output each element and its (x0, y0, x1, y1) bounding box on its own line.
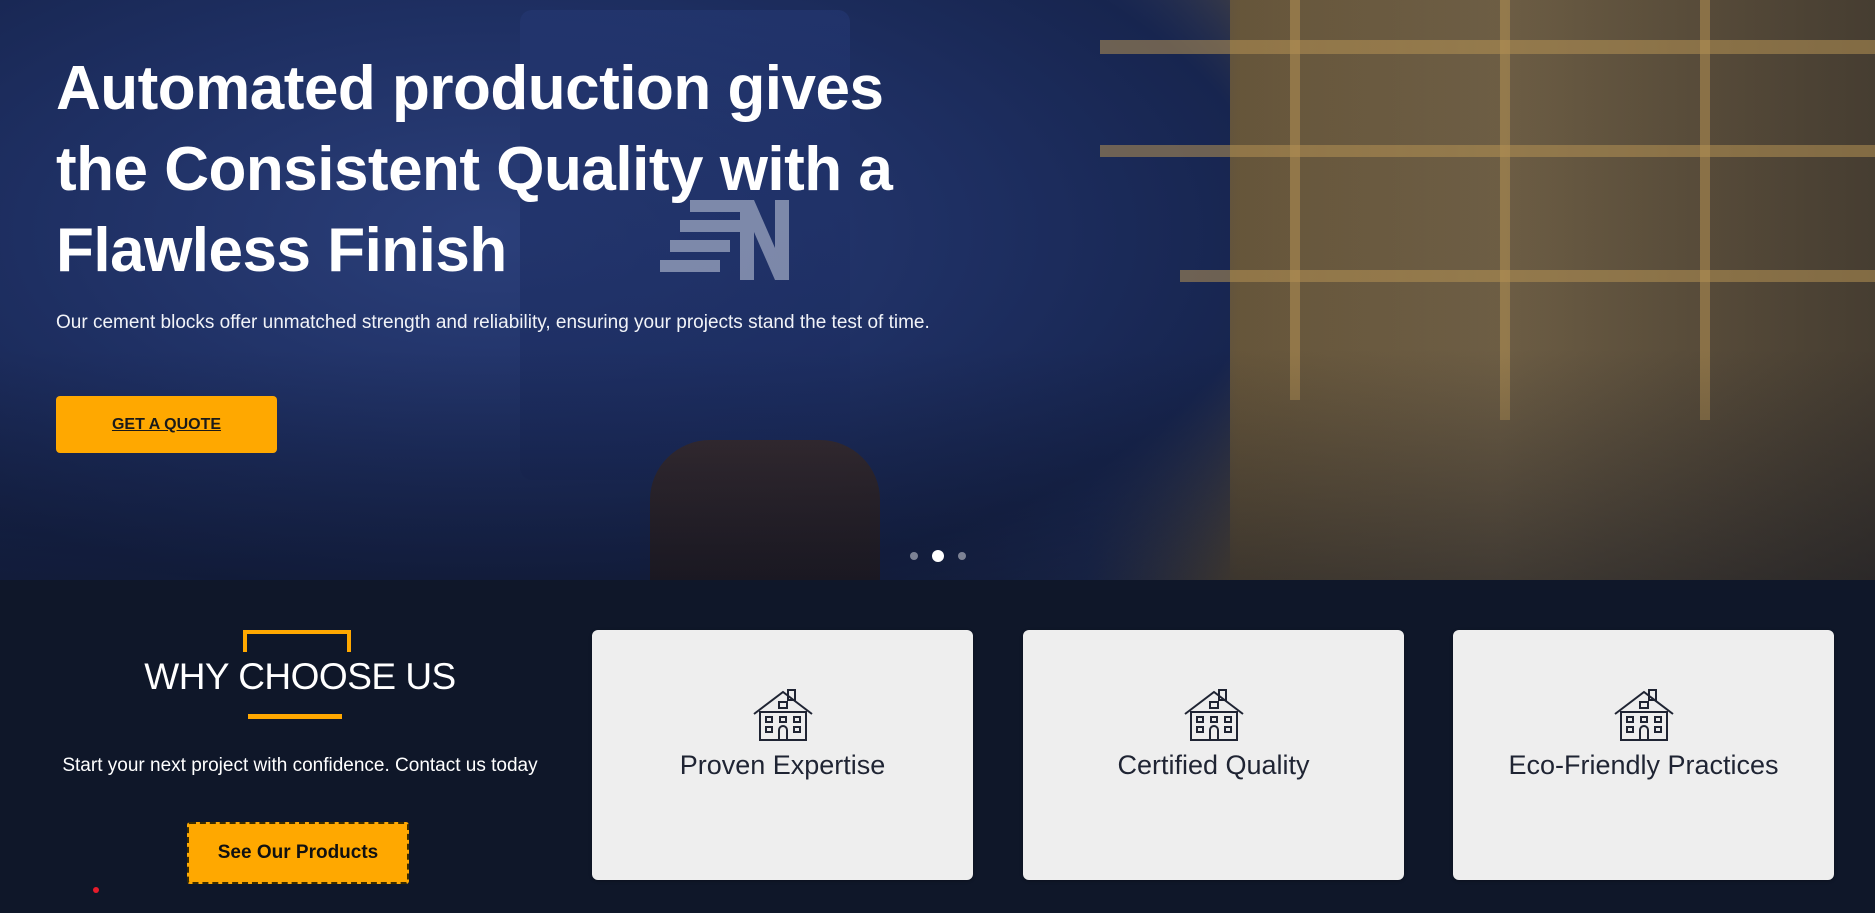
feature-card-label: Eco-Friendly Practices (1508, 750, 1779, 780)
get-a-quote-button[interactable]: GET A QUOTE (56, 396, 277, 453)
building-icon (1614, 689, 1674, 741)
feature-card-eco-friendly-practices: Eco-Friendly Practices (1453, 630, 1834, 880)
building-icon (1184, 689, 1244, 741)
title-decoration-bottom (248, 714, 342, 719)
feature-card-certified-quality: Certified Quality (1023, 630, 1404, 880)
hero-subtitle: Our cement blocks offer unmatched streng… (56, 312, 930, 333)
title-decoration-top (243, 630, 351, 652)
building-icon (753, 689, 813, 741)
feature-card-label: Certified Quality (1117, 750, 1310, 780)
why-choose-us-section: WHY CHOOSE US Start your next project wi… (0, 580, 1875, 913)
why-choose-us-intro: WHY CHOOSE US Start your next project wi… (40, 580, 560, 913)
slider-dot-active[interactable] (932, 550, 944, 562)
hero-title: Automated production gives the Consisten… (56, 54, 893, 285)
see-our-products-button[interactable]: See Our Products (187, 822, 409, 884)
hero-content: Automated production gives the Consisten… (56, 48, 936, 339)
slider-dot[interactable] (910, 552, 918, 560)
slider-dot[interactable] (958, 552, 966, 560)
slider-dots (910, 550, 966, 562)
hero-banner: Automated production gives the Consisten… (0, 0, 1875, 580)
feature-card-proven-expertise: Proven Expertise (592, 630, 973, 880)
section-text: Start your next project with confidence.… (62, 755, 538, 776)
indicator-dot (93, 887, 99, 893)
section-title: WHY CHOOSE US (144, 656, 456, 697)
feature-card-label: Proven Expertise (679, 750, 886, 780)
